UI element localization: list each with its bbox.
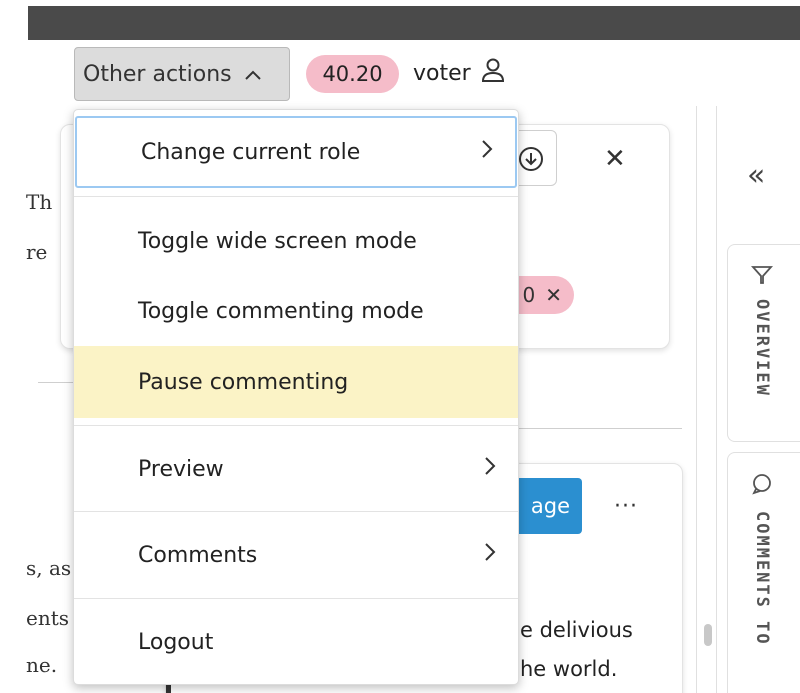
tab-comments-label: COMMENTS TO — [752, 511, 772, 646]
menu-item-label: Change current role — [141, 139, 361, 165]
text-fragment: Th — [26, 190, 53, 214]
download-icon — [518, 146, 544, 176]
menu-separator — [74, 196, 518, 197]
menu-separator — [74, 511, 518, 512]
menu-separator — [74, 598, 518, 599]
menu-item-change-current-role[interactable]: Change current role — [75, 116, 517, 188]
menu-item-label: Comments — [138, 542, 258, 568]
menu-item-label: Pause commenting — [138, 369, 349, 395]
menu-item-label: Preview — [138, 456, 224, 482]
menu-item-label: Toggle wide screen mode — [138, 228, 417, 254]
other-actions-label: Other actions — [83, 61, 232, 87]
menu-item-toggle-wide-screen[interactable]: Toggle wide screen mode — [74, 206, 518, 276]
remove-tag-icon[interactable]: ✕ — [545, 283, 562, 307]
current-role[interactable]: voter — [413, 57, 505, 89]
tab-comments[interactable]: COMMENTS TO — [727, 452, 800, 693]
chevron-right-icon — [484, 456, 496, 482]
text-fragment: re — [26, 240, 48, 264]
menu-item-logout[interactable]: Logout — [74, 606, 518, 678]
chevron-right-icon — [484, 542, 496, 568]
divider — [519, 428, 682, 429]
tab-overview-label: OVERVIEW — [752, 299, 772, 397]
other-actions-menu: Change current role Toggle wide screen m… — [73, 109, 519, 685]
menu-item-pause-commenting[interactable]: Pause commenting — [74, 346, 518, 418]
app-top-bar — [28, 6, 800, 40]
tab-overview[interactable]: OVERVIEW — [727, 244, 800, 442]
chevron-up-icon — [244, 62, 262, 86]
more-options-icon[interactable]: ··· — [614, 494, 638, 519]
text-fragment: ents — [26, 606, 70, 630]
user-icon — [471, 57, 505, 89]
close-icon[interactable]: ✕ — [604, 144, 626, 174]
comment-text: e delivious — [520, 618, 633, 642]
sidebar-divider — [696, 106, 697, 693]
collapse-sidebar-icon[interactable]: « — [747, 158, 765, 193]
filter-icon — [750, 265, 774, 289]
text-fragment: s, as — [26, 556, 72, 580]
score-badge: 40.20 — [306, 55, 399, 93]
text-fragment: ne. — [26, 653, 58, 677]
menu-item-comments[interactable]: Comments — [74, 518, 518, 592]
menu-item-preview[interactable]: Preview — [74, 432, 518, 506]
menu-item-label: Logout — [138, 629, 214, 655]
scrollbar-thumb[interactable] — [704, 624, 712, 646]
comment-icon — [751, 473, 773, 499]
role-label: voter — [413, 60, 471, 86]
menu-item-toggle-commenting-mode[interactable]: Toggle commenting mode — [74, 276, 518, 346]
menu-separator — [74, 425, 518, 426]
other-actions-button[interactable]: Other actions — [74, 47, 290, 101]
chevron-right-icon — [481, 139, 493, 165]
sidebar-divider — [716, 106, 717, 693]
tag-label: 0 — [522, 283, 536, 307]
menu-item-label: Toggle commenting mode — [138, 298, 424, 324]
comment-text: he world. — [520, 657, 618, 681]
divider — [38, 382, 74, 383]
